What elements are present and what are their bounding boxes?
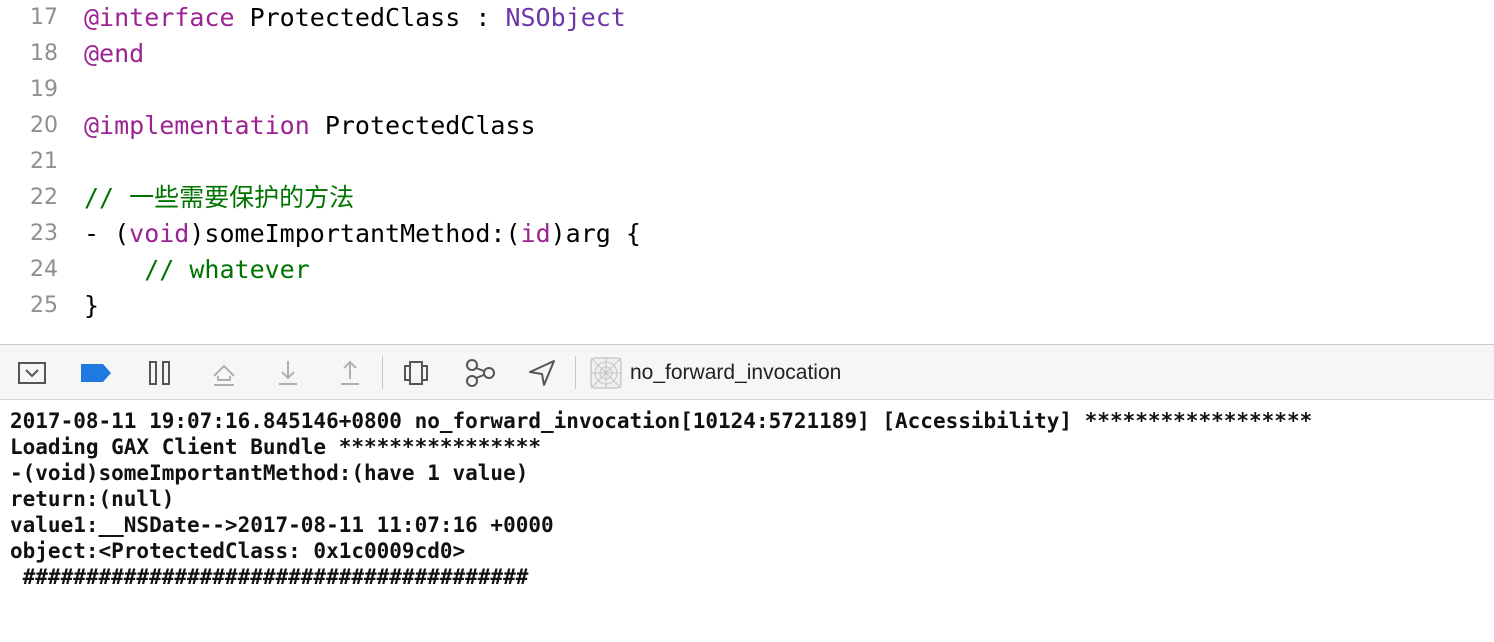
code-line[interactable]: 22 // 一些需要保护的方法 [0,180,1494,216]
code-text: @end [84,36,144,72]
step-out-button[interactable] [330,353,370,393]
line-number: 20 [30,113,58,138]
code-token: @end [84,39,145,68]
code-line[interactable]: 18 @end [0,36,1494,72]
console-line: value1:__NSDate-->2017-08-11 11:07:16 +0… [10,513,554,537]
panel-toggle-icon [18,362,46,384]
code-token: @interface [84,3,235,32]
console-line: -(void)someImportantMethod:(have 1 value… [10,461,529,485]
line-number: 19 [30,77,58,102]
code-token: - ( [84,219,130,248]
view-hierarchy-icon [404,361,428,385]
step-out-icon [341,360,359,385]
code-text: - (void)someImportantMethod:(id)arg { [84,216,641,252]
step-over-icon [213,364,235,386]
code-token: id [520,219,551,248]
code-token: ProtectedClass [309,111,536,140]
location-arrow-icon [529,360,555,386]
code-token: )arg { [550,219,641,248]
line-number: 17 [30,5,58,30]
code-text: // whatever [84,252,310,288]
console-line: object:<ProtectedClass: 0x1c0009cd0> [10,539,466,563]
code-token: NSObject [505,3,626,32]
pause-icon [149,361,170,385]
line-number: 23 [30,221,58,246]
code-line[interactable]: 21 [0,144,1494,180]
code-token: )someImportantMethod:( [189,219,521,248]
app-target-icon [590,357,622,389]
debug-memory-graph-button[interactable] [460,353,500,393]
hide-debug-area-button[interactable] [12,353,52,393]
code-line[interactable]: 20 @implementation ProtectedClass [0,108,1494,144]
console-line: ######################################## [10,565,529,589]
code-token: void [129,219,190,248]
code-line[interactable]: 25} [0,288,1494,324]
breakpoints-toggle-button[interactable] [76,353,116,393]
code-text: // 一些需要保护的方法 [84,180,354,216]
console-line: 2017-08-11 19:07:16.845146+0800 no_forwa… [10,409,1313,433]
code-line[interactable]: 23 - (void)someImportantMethod:(id)arg { [0,216,1494,252]
toolbar-separator [382,356,383,389]
memory-graph-icon [466,359,495,387]
code-line[interactable]: 24 // whatever [0,252,1494,288]
code-text: @implementation ProtectedClass [84,108,536,144]
code-line[interactable]: 17 @interface ProtectedClass : NSObject [0,0,1494,36]
step-into-button[interactable] [268,353,308,393]
console-line: return:(null) [10,487,175,511]
line-number: 25 [30,293,58,318]
line-number: 18 [30,41,58,66]
target-selector[interactable] [586,353,626,393]
target-process-name[interactable]: no_forward_invocation [630,345,841,401]
line-number: 22 [30,185,58,210]
code-token: @implementation [84,111,310,140]
simulate-location-button[interactable] [522,353,562,393]
pause-continue-button[interactable] [140,353,180,393]
code-token: ProtectedClass : [234,3,506,32]
toolbar-separator [575,356,576,389]
line-number: 24 [30,257,58,282]
debug-view-hierarchy-button[interactable] [396,353,436,393]
code-text: } [84,288,99,324]
code-token: // 一些需要保护的方法 [84,183,355,212]
breakpoint-icon [81,364,111,382]
step-into-icon [279,361,297,385]
code-text: @interface ProtectedClass : NSObject [84,0,626,36]
step-over-button[interactable] [204,353,244,393]
code-token: // whatever [144,255,310,284]
console-output[interactable]: 2017-08-11 19:07:16.845146+0800 no_forwa… [0,400,1494,642]
source-editor[interactable]: 17 @interface ProtectedClass : NSObject 18… [0,0,1494,344]
line-number: 21 [30,149,58,174]
code-token: } [84,291,100,320]
console-line: Loading GAX Client Bundle **************… [10,435,542,459]
debug-toolbar: no_forward_invocation [0,344,1494,400]
code-line[interactable]: 19 [0,72,1494,108]
